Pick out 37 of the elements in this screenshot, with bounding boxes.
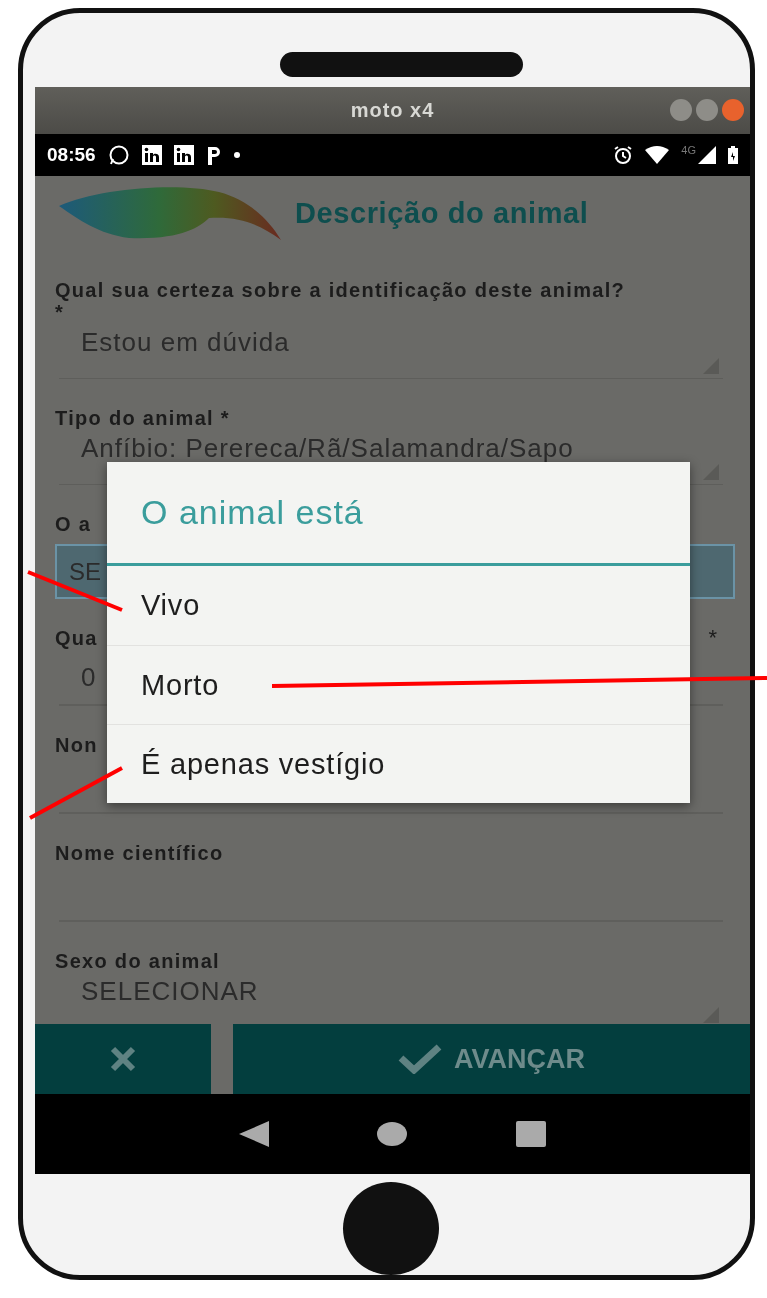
back-icon[interactable] <box>239 1121 270 1148</box>
battery-icon <box>728 146 738 165</box>
linkedin-icon <box>173 145 194 166</box>
p-logo-icon <box>205 145 222 166</box>
maximize-button[interactable] <box>696 99 718 122</box>
dialog-title: O animal está <box>107 462 690 567</box>
field-label: Qua <box>55 626 98 650</box>
field-label: Tipo do animal * <box>55 406 230 430</box>
signal-icon <box>698 146 716 165</box>
required-mark: * <box>708 624 717 652</box>
window-title: moto x4 <box>350 99 435 123</box>
close-button[interactable] <box>722 99 744 122</box>
field-label: Nome científico <box>55 841 224 865</box>
chat-bubble-icon <box>107 144 130 167</box>
checkmark-icon <box>398 1044 442 1075</box>
option-item[interactable]: Morto <box>107 645 690 725</box>
dropdown-field[interactable]: Estou em dúvida <box>59 323 723 380</box>
cancel-button[interactable] <box>35 1024 211 1095</box>
clock: 08:56 <box>47 144 96 167</box>
close-icon <box>110 1046 136 1073</box>
home-icon[interactable] <box>377 1121 408 1148</box>
dropdown-corner-icon <box>703 1007 719 1024</box>
network-type: 4G <box>681 144 696 157</box>
minimize-button[interactable] <box>670 99 692 122</box>
page-title: Descrição do animal <box>295 197 589 231</box>
option-item[interactable]: É apenas vestígio <box>107 724 690 804</box>
field-label: O a <box>55 512 92 536</box>
notification-dot-icon <box>233 152 240 159</box>
recents-icon[interactable] <box>515 1121 546 1148</box>
field-label: Qual sua certeza sobre a identificação deste animal? * <box>55 278 626 324</box>
alarm-clock-icon <box>613 145 634 166</box>
next-button[interactable]: AVANÇAR <box>233 1024 750 1095</box>
field-label: Non <box>55 733 98 757</box>
linkedin-icon <box>141 145 162 166</box>
field-label: Sexo do animal <box>55 949 220 973</box>
wifi-icon <box>645 146 670 165</box>
option-item[interactable]: Vivo <box>107 566 690 646</box>
